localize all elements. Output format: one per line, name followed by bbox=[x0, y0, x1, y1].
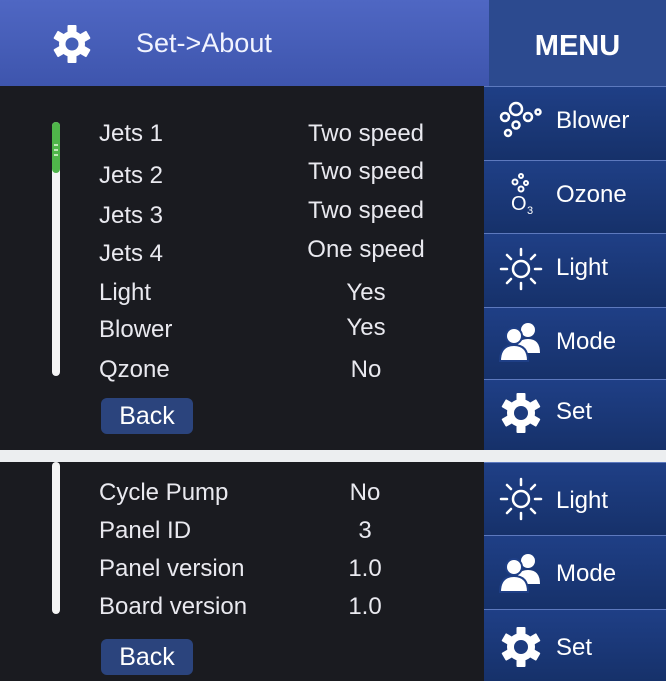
row-label: Panel version bbox=[99, 555, 245, 582]
menu-item-label: Blower bbox=[556, 107, 630, 134]
bubbles-icon bbox=[499, 101, 542, 138]
about-screen-top: Set->About MENU Jets 1 Two speed Jets 2 … bbox=[0, 0, 666, 450]
menu-item-ozone[interactable]: O 3 Ozone bbox=[484, 160, 666, 233]
row-value: Yes bbox=[346, 279, 386, 306]
ozone-icon: O 3 bbox=[511, 173, 533, 217]
row-label: Light bbox=[99, 279, 152, 306]
title-bar: Set->About bbox=[0, 0, 489, 86]
menu-item-blower[interactable]: Blower bbox=[484, 86, 666, 160]
scrollbar[interactable] bbox=[52, 122, 60, 376]
svg-text:3: 3 bbox=[527, 205, 533, 217]
menu-item-label: Light bbox=[556, 487, 609, 514]
back-button[interactable]: Back bbox=[101, 639, 193, 675]
page-title: Set->About bbox=[136, 28, 272, 58]
menu-item-mode[interactable]: Mode bbox=[484, 307, 666, 379]
about-list: Jets 1 Two speed Jets 2 Two speed Jets 3… bbox=[0, 86, 484, 450]
scrollbar-thumb[interactable] bbox=[52, 122, 60, 173]
svg-text:O: O bbox=[511, 193, 527, 215]
menu-item-label: Light bbox=[556, 254, 609, 281]
row-label: Jets 2 bbox=[99, 162, 164, 189]
menu-item-label: Mode bbox=[556, 560, 617, 587]
row-label: Board version bbox=[99, 593, 248, 620]
sun-icon bbox=[499, 247, 543, 291]
row-value: Two speed bbox=[307, 197, 425, 224]
row-value: 3 bbox=[358, 517, 372, 544]
gear-icon bbox=[53, 25, 91, 63]
row-label: Jets 1 bbox=[99, 120, 164, 147]
row-value: Two speed bbox=[307, 120, 425, 147]
row-label: Qzone bbox=[99, 356, 170, 383]
menu-item-label: Set bbox=[556, 398, 593, 425]
people-icon bbox=[498, 323, 540, 362]
about-list: Cycle Pump No Panel ID 3 Panel version 1… bbox=[0, 462, 484, 681]
gear-icon bbox=[501, 627, 541, 667]
menu-item-light[interactable]: Light bbox=[484, 462, 666, 535]
row-value: No bbox=[350, 356, 382, 383]
menu-item-light[interactable]: Light bbox=[484, 233, 666, 307]
row-value: One speed bbox=[307, 236, 425, 263]
menu-item-label: Set bbox=[556, 634, 593, 661]
row-value: 1.0 bbox=[348, 555, 382, 582]
row-label: Cycle Pump bbox=[99, 479, 229, 506]
scrollbar[interactable] bbox=[52, 462, 60, 614]
row-value: 1.0 bbox=[348, 593, 382, 620]
menu-item-label: Ozone bbox=[556, 181, 627, 208]
menu-item-label: Mode bbox=[556, 328, 617, 355]
row-label: Jets 3 bbox=[99, 202, 164, 229]
about-screen-bottom: Cycle Pump No Panel ID 3 Panel version 1… bbox=[0, 462, 666, 681]
menu-item-mode[interactable]: Mode bbox=[484, 535, 666, 609]
row-label: Blower bbox=[99, 316, 173, 343]
menu-item-set[interactable]: Set bbox=[484, 379, 666, 450]
row-label: Jets 4 bbox=[99, 240, 164, 267]
menu-heading: MENU bbox=[489, 0, 666, 86]
gear-icon bbox=[501, 393, 541, 433]
back-button[interactable]: Back bbox=[101, 398, 193, 434]
menu-item-set[interactable]: Set bbox=[484, 609, 666, 681]
row-label: Panel ID bbox=[99, 517, 192, 544]
row-value: Two speed bbox=[307, 158, 425, 185]
row-value: Yes bbox=[346, 314, 386, 341]
sun-icon bbox=[499, 477, 543, 521]
screen-divider bbox=[0, 450, 666, 462]
row-value: No bbox=[349, 479, 381, 506]
people-icon bbox=[498, 554, 540, 593]
